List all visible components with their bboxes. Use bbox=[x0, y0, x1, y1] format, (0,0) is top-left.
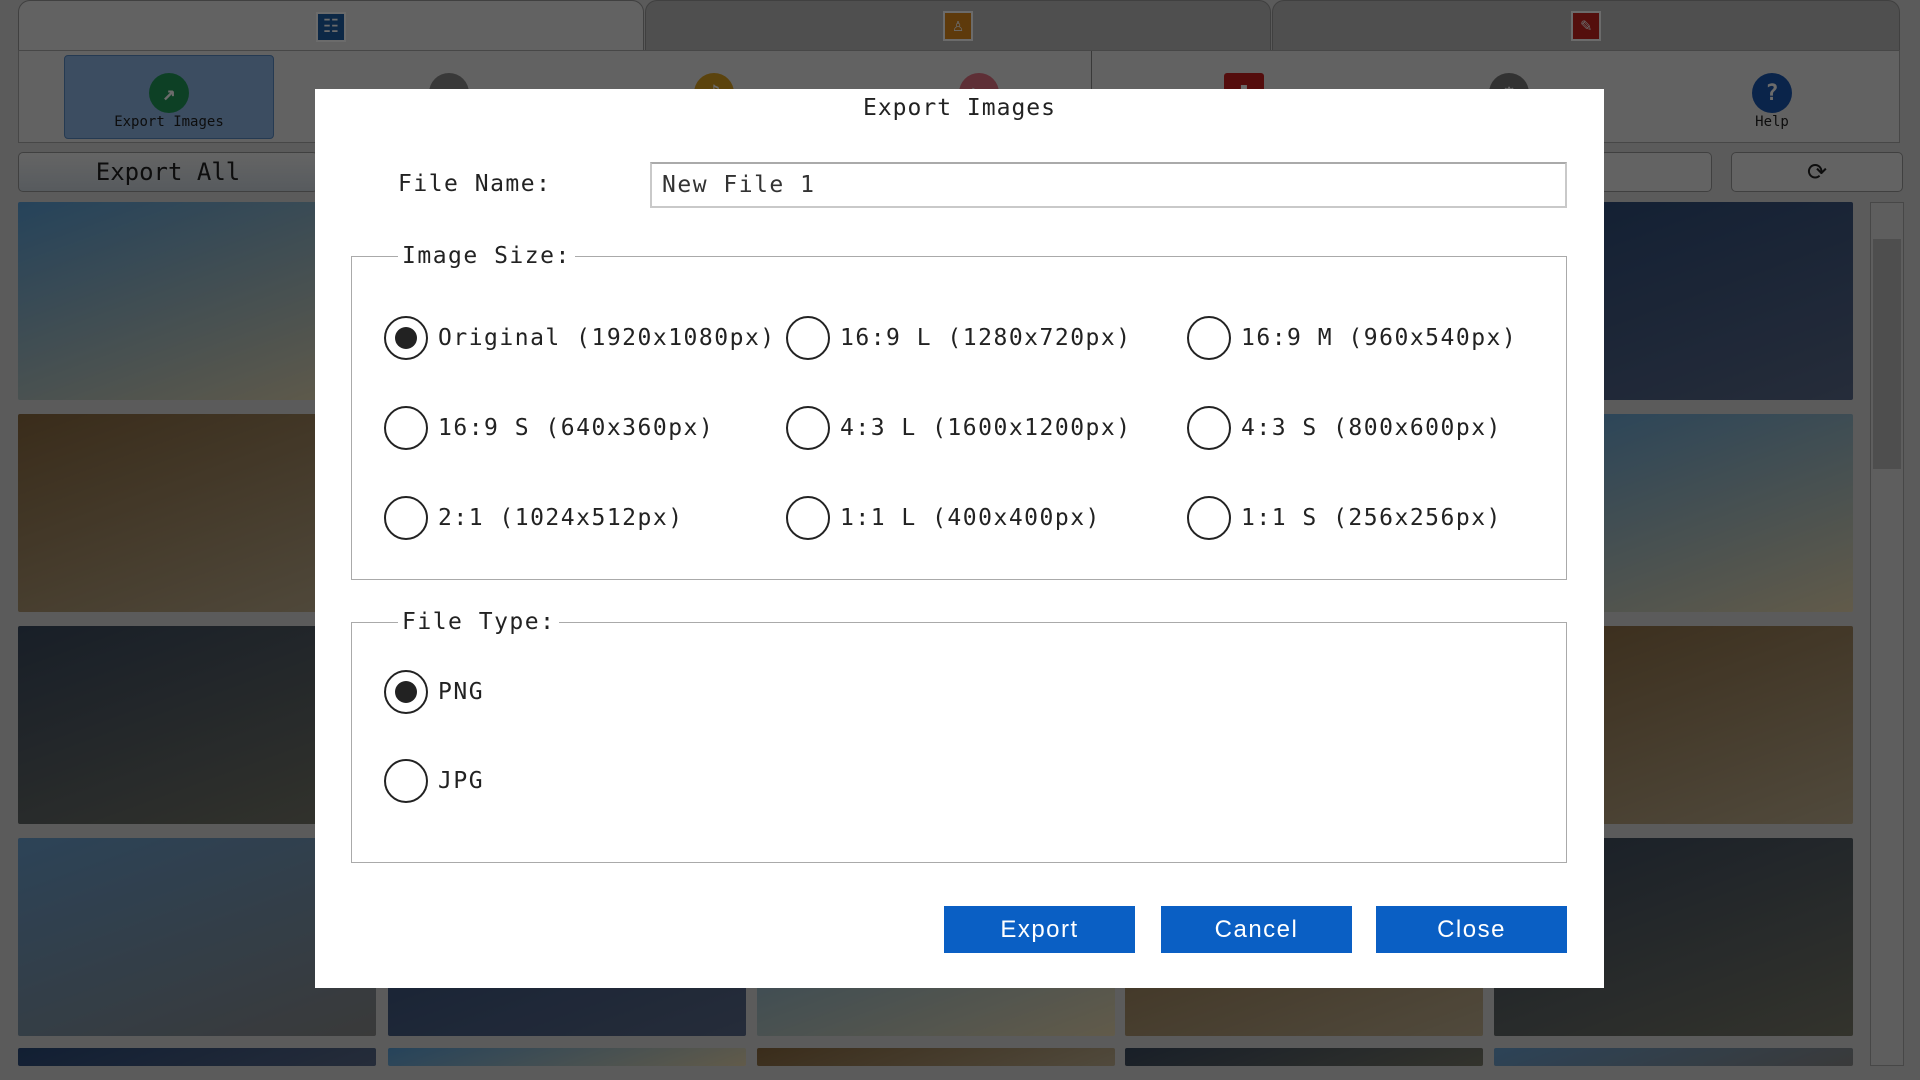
export-all-label[interactable]: Export All bbox=[18, 158, 318, 186]
close-button[interactable]: Close bbox=[1376, 906, 1567, 953]
image-size-option-label: 4:3 L (1600x1200px) bbox=[840, 415, 1132, 441]
radio-selected-dot bbox=[395, 327, 417, 349]
file-type-option-label: JPG bbox=[438, 768, 484, 794]
radio-circle bbox=[1187, 496, 1231, 540]
image-size-radio[interactable]: 4:3 L (1600x1200px) bbox=[786, 406, 1132, 450]
export-button[interactable]: Export bbox=[944, 906, 1135, 953]
radio-circle bbox=[1187, 316, 1231, 360]
radio-circle bbox=[1187, 406, 1231, 450]
radio-circle bbox=[786, 316, 830, 360]
image-size-option-label: Original (1920x1080px) bbox=[438, 325, 776, 351]
dialog-title: Export Images bbox=[315, 95, 1604, 121]
file-name-input[interactable]: New File 1 bbox=[650, 162, 1567, 208]
image-size-radio[interactable]: 1:1 S (256x256px) bbox=[1187, 496, 1502, 540]
radio-selected-dot bbox=[395, 681, 417, 703]
radio-circle bbox=[384, 670, 428, 714]
file-type-option-label: PNG bbox=[438, 679, 484, 705]
radio-circle bbox=[384, 316, 428, 360]
image-size-option-label: 4:3 S (800x600px) bbox=[1241, 415, 1502, 441]
image-size-option-label: 2:1 (1024x512px) bbox=[438, 505, 684, 531]
radio-circle bbox=[384, 496, 428, 540]
radio-circle bbox=[384, 406, 428, 450]
file-type-radio[interactable]: JPG bbox=[384, 759, 484, 803]
image-size-option-label: 16:9 L (1280x720px) bbox=[840, 325, 1132, 351]
image-size-option-label: 1:1 L (400x400px) bbox=[840, 505, 1101, 531]
image-size-option-label: 16:9 M (960x540px) bbox=[1241, 325, 1517, 351]
image-size-option-label: 16:9 S (640x360px) bbox=[438, 415, 714, 441]
file-type-group: File Type: PNG JPG bbox=[351, 609, 1567, 863]
image-size-option-label: 1:1 S (256x256px) bbox=[1241, 505, 1502, 531]
image-size-radio[interactable]: Original (1920x1080px) bbox=[384, 316, 776, 360]
image-size-radio[interactable]: 1:1 L (400x400px) bbox=[786, 496, 1101, 540]
file-type-legend: File Type: bbox=[398, 609, 559, 635]
image-size-legend: Image Size: bbox=[398, 243, 575, 269]
radio-circle bbox=[786, 406, 830, 450]
image-size-radio[interactable]: 2:1 (1024x512px) bbox=[384, 496, 684, 540]
image-size-radio[interactable]: 4:3 S (800x600px) bbox=[1187, 406, 1502, 450]
help-tool-label[interactable]: Help bbox=[1667, 114, 1877, 130]
cancel-button[interactable]: Cancel bbox=[1161, 906, 1352, 953]
image-size-group: Image Size: Original (1920x1080px) 16:9 L… bbox=[351, 243, 1567, 580]
image-size-radio[interactable]: 16:9 L (1280x720px) bbox=[786, 316, 1132, 360]
file-name-label: File Name: bbox=[398, 171, 551, 197]
radio-circle bbox=[384, 759, 428, 803]
image-size-radio[interactable]: 16:9 S (640x360px) bbox=[384, 406, 714, 450]
radio-circle bbox=[786, 496, 830, 540]
export-images-tool-label[interactable]: Export Images bbox=[64, 114, 274, 130]
image-size-radio[interactable]: 16:9 M (960x540px) bbox=[1187, 316, 1517, 360]
file-type-radio[interactable]: PNG bbox=[384, 670, 484, 714]
export-images-dialog: Export Images File Name: New File 1 Imag… bbox=[315, 89, 1604, 988]
